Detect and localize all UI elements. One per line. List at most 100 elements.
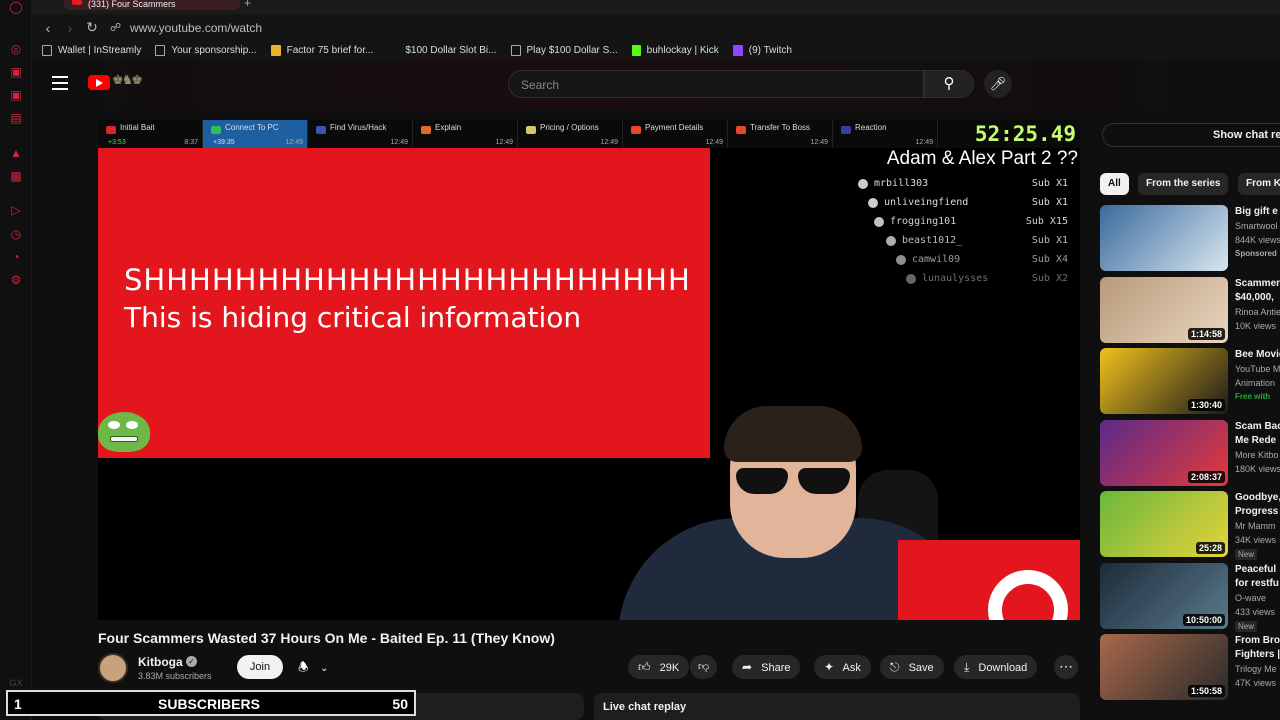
sub-feed-name: lunaulysses xyxy=(922,273,989,284)
gx-icon[interactable]: GX xyxy=(9,676,23,690)
chapter-label: Reaction xyxy=(855,123,887,132)
badge-icon xyxy=(896,255,906,265)
microphone-icon[interactable]: 🎤︎ xyxy=(984,70,1012,98)
youtube-logo-icon[interactable] xyxy=(88,75,110,90)
menu-icon[interactable] xyxy=(52,76,68,94)
active-tab[interactable]: (331) Four Scammers xyxy=(64,0,240,10)
save-button[interactable]: ⎋ Save xyxy=(880,655,944,679)
join-button[interactable]: Join xyxy=(237,655,283,679)
recommendation-thumbnail[interactable]: 10:50:00 xyxy=(1100,562,1228,629)
chapter-segment[interactable]: Find Virus/Hack 12:49 xyxy=(308,120,413,148)
recommendation-thumbnail[interactable]: 25:28 xyxy=(1100,491,1228,557)
recommendation-item[interactable]: 1:14:58 Scammer $40,000, Rinoa Antie 10K vie… xyxy=(1100,276,1280,343)
url-field[interactable]: www.youtube.com/watch xyxy=(130,21,262,35)
filter-chip[interactable]: From Kitboga xyxy=(1238,173,1280,195)
back-icon[interactable]: ‹ xyxy=(38,20,58,36)
share-button[interactable]: ➦ Share xyxy=(732,655,801,679)
opera-logo-icon[interactable]: ◯ xyxy=(9,0,23,14)
recommendation-item[interactable]: 25:28 Goodbye, Progress Mr Mamm 34K views New xyxy=(1100,491,1280,560)
twitch-icon[interactable]: ▤ xyxy=(9,111,23,125)
recommendation-thumbnail[interactable]: 1:50:58 xyxy=(1100,634,1228,700)
recommendation-title[interactable]: Big gift e xyxy=(1235,205,1278,219)
recommendation-title[interactable]: From Bro xyxy=(1235,634,1280,648)
tab-title: (331) Four Scammers xyxy=(88,0,176,9)
chapter-segment[interactable]: Transfer To Boss 12:49 xyxy=(728,120,833,148)
channel-name[interactable]: Kitboga xyxy=(138,655,183,669)
recommendation-title-line2[interactable]: Fighters | xyxy=(1235,648,1280,662)
recommendation-title-line2[interactable]: Progress xyxy=(1235,505,1278,519)
reload-icon[interactable]: ↻ xyxy=(82,19,102,36)
chapter-segment[interactable]: Reaction 12:49 xyxy=(833,120,938,148)
recommendation-channel[interactable]: More Kitbo xyxy=(1235,450,1279,460)
search-icon[interactable]: ⚲ xyxy=(924,70,974,98)
recommendation-channel[interactable]: YouTube M xyxy=(1235,364,1280,374)
speed-dial-icon[interactable]: ◎ xyxy=(9,42,23,56)
recommendation-title-line2[interactable]: Me Rede xyxy=(1235,434,1276,448)
recommendation-title[interactable]: Scammer xyxy=(1235,277,1280,291)
chapter-icon xyxy=(631,126,641,134)
live-chat-replay-header[interactable]: Live chat replay xyxy=(594,693,1080,720)
show-chat-replay-button[interactable]: Show chat replay xyxy=(1102,123,1280,147)
recommendation-thumbnail[interactable]: 1:14:58 xyxy=(1100,276,1228,343)
bookmark-item[interactable]: $100 Dollar Slot Bi... xyxy=(405,45,496,56)
page-icon xyxy=(510,45,521,56)
chat-icon[interactable]: ▩ xyxy=(9,169,23,183)
lock-icon[interactable]: ☍ xyxy=(110,21,124,34)
recommendation-item[interactable]: 10:50:00 Peaceful for restfu O-wave 433 view… xyxy=(1100,562,1280,632)
bookmark-item[interactable]: buhlockay | Kick xyxy=(631,45,719,56)
recommendation-title[interactable]: Peaceful xyxy=(1235,563,1276,577)
settings-icon[interactable]: ⚙ xyxy=(9,273,23,287)
recommendation-title-line2[interactable]: for restfu xyxy=(1235,577,1279,591)
wallet-icon[interactable]: ▣ xyxy=(9,65,23,79)
recommendation-channel[interactable]: Smartwool xyxy=(1235,221,1278,231)
recommendation-item[interactable]: 2:08:37 Scam Bac Me Rede More Kitbo 180K vie… xyxy=(1100,419,1280,486)
recommendation-item[interactable]: 1:50:58 From Bro Fighters | Trilogy Me 47K v… xyxy=(1100,634,1280,700)
chapter-label: Explain xyxy=(435,123,462,132)
recommendation-title-line2[interactable]: $40,000, xyxy=(1235,291,1274,305)
chapter-icon xyxy=(526,126,536,134)
bookmark-item[interactable]: (9) Twitch xyxy=(732,45,792,56)
recommendation-thumbnail[interactable] xyxy=(1100,205,1228,271)
recommendation-item[interactable]: 1:30:40 Bee Movie YouTube M Animation Free w… xyxy=(1100,348,1280,414)
chapter-segment[interactable]: Pricing / Options 12:49 xyxy=(518,120,623,148)
bookmark-icon: ⎋ xyxy=(890,660,900,674)
arrow-icon[interactable]: ▲ xyxy=(9,146,23,160)
bookmark-item[interactable]: Wallet | InStreamly xyxy=(42,45,141,56)
recommendation-channel[interactable]: Mr Mamm xyxy=(1235,521,1276,531)
download-button[interactable]: ⤓ Download xyxy=(954,655,1038,679)
chapter-segment[interactable]: Payment Details 12:49 xyxy=(623,120,728,148)
clock-icon[interactable]: ◔ xyxy=(9,250,23,264)
chapter-timeline: 52:25.49 Initial Bait +3:53 8:37 Connect To… xyxy=(98,120,1080,148)
filter-chip[interactable]: All xyxy=(1100,173,1129,195)
chapter-segment[interactable]: Explain 12:49 xyxy=(413,120,518,148)
new-tab-icon[interactable]: + xyxy=(244,0,251,10)
dislike-button[interactable]: 👎︎ xyxy=(690,655,718,679)
badge-icon xyxy=(906,274,916,284)
bookmark-item[interactable]: Play $100 Dollar S... xyxy=(510,45,618,56)
chapter-segment[interactable]: Initial Bait +3:53 8:37 xyxy=(98,120,203,148)
filter-chip[interactable]: From the series xyxy=(1138,173,1229,195)
video-player[interactable]: 52:25.49 Initial Bait +3:53 8:37 Connect To… xyxy=(98,120,1080,620)
forward-icon[interactable]: › xyxy=(60,20,80,36)
like-button[interactable]: 👍︎ 29K xyxy=(628,655,690,679)
player-icon[interactable]: ▷ xyxy=(9,203,23,217)
recommendation-channel[interactable]: Trilogy Me xyxy=(1235,664,1277,674)
history-icon[interactable]: ◷ xyxy=(9,227,23,241)
chapter-segment[interactable]: Connect To PC +39:35 12:49 xyxy=(203,120,308,148)
recommendation-thumbnail[interactable]: 2:08:37 xyxy=(1100,419,1228,486)
recommendation-title[interactable]: Bee Movie xyxy=(1235,348,1280,362)
bookmark-item[interactable]: Your sponsorship... xyxy=(155,45,257,56)
recommendation-thumbnail[interactable]: 1:30:40 xyxy=(1100,348,1228,414)
more-options-icon[interactable]: ⋯ xyxy=(1054,655,1078,679)
recommendation-title[interactable]: Goodbye, xyxy=(1235,491,1280,505)
recommendation-channel[interactable]: Rinoa Antie xyxy=(1235,307,1280,317)
ask-button[interactable]: ✦ Ask xyxy=(814,655,871,679)
notification-bell-button[interactable]: 🕭︎ ⌄ xyxy=(291,655,345,679)
channel-avatar[interactable] xyxy=(98,653,128,683)
instagram-icon[interactable]: ▣ xyxy=(9,88,23,102)
search-input[interactable]: Search xyxy=(508,70,924,98)
recommendation-channel[interactable]: O-wave xyxy=(1235,593,1266,603)
bookmark-item[interactable]: Factor 75 brief for... xyxy=(270,45,373,56)
recommendation-item[interactable]: Big gift e Smartwool 844K views Sponsored xyxy=(1100,205,1280,271)
recommendation-title[interactable]: Scam Bac xyxy=(1235,420,1280,434)
